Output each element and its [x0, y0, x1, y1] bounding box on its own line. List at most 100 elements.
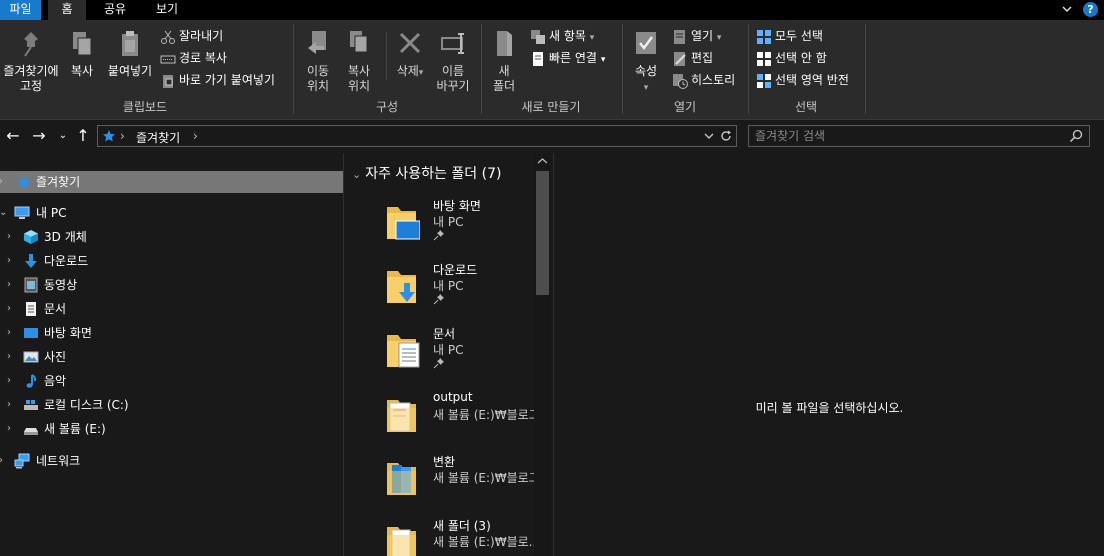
copy-to-button[interactable]: 복사 위치 — [341, 28, 377, 94]
delete-button[interactable]: 삭제▾ — [392, 28, 428, 81]
properties-button[interactable]: 속성 ▾ — [628, 28, 664, 96]
search-input[interactable] — [755, 128, 1055, 144]
tree-item-network[interactable]: › 네트워크 — [0, 450, 343, 472]
copy-to-label-2: 위치 — [347, 79, 371, 93]
chevron-down-icon[interactable] — [1060, 2, 1074, 16]
copy-path-button[interactable]: 경로 복사 — [160, 48, 227, 68]
paste-shortcut-button[interactable]: 바로 가기 붙여넣기 — [160, 70, 275, 90]
easy-access-button[interactable]: 빠른 연결 ▾ — [530, 48, 605, 68]
chevron-down-icon[interactable] — [704, 132, 714, 140]
history-button[interactable]: 히스토리 — [672, 70, 735, 90]
tree-item-volume-e[interactable]: › 새 볼륨 (E:) — [0, 418, 343, 440]
file-list-pane: ⌄ 자주 사용하는 폴더 (7) 바탕 화면 내 PC 다운로드 내 PC 문서… — [344, 153, 540, 556]
folder-icon — [387, 463, 416, 495]
properties-dropdown-icon: ▾ — [643, 83, 649, 93]
address-bar[interactable]: › 즐겨찾기 › — [97, 125, 737, 147]
expand-arrow-icon[interactable]: › — [0, 171, 9, 193]
tree-item-3d-objects[interactable]: › 3D 개체 — [0, 226, 343, 248]
folder-icon — [387, 400, 416, 432]
select-none-button[interactable]: 선택 안 함 — [756, 48, 827, 68]
expand-arrow-icon[interactable]: › — [0, 450, 9, 472]
pin-label-line1: 즐겨찾기에 — [3, 64, 59, 78]
list-item[interactable]: 바탕 화면 내 PC — [344, 197, 534, 259]
up-arrow-icon[interactable]: ↑ — [74, 127, 92, 145]
expand-arrow-icon[interactable]: › — [7, 346, 17, 368]
expand-arrow-icon[interactable]: › — [7, 394, 17, 416]
tree-item-documents[interactable]: › 문서 — [0, 298, 343, 320]
tree-item-this-pc[interactable]: ⌄ 내 PC — [0, 202, 343, 224]
expand-arrow-icon[interactable]: › — [7, 226, 17, 248]
breadcrumb-favorites[interactable]: 즐겨찾기 — [136, 129, 180, 146]
rename-button[interactable]: 이름 바꾸기 — [432, 28, 474, 94]
tab-file[interactable]: 파일 — [0, 0, 41, 20]
tree-item-label: 사진 — [44, 350, 67, 364]
recent-locations-chevron-icon[interactable]: ⌄ — [54, 127, 72, 145]
new-item-button[interactable]: 새 항목 ▾ — [530, 26, 594, 46]
select-all-button[interactable]: 모두 선택 — [756, 26, 823, 46]
tree-item-videos[interactable]: › 동영상 — [0, 274, 343, 296]
expand-arrow-icon[interactable]: › — [7, 250, 17, 272]
invert-selection-button[interactable]: 선택 영역 반전 — [756, 70, 849, 90]
group-header-label: 자주 사용하는 폴더 (7) — [365, 166, 502, 182]
list-item[interactable]: 다운로드 내 PC — [344, 261, 534, 323]
tree-item-downloads[interactable]: › 다운로드 — [0, 250, 343, 272]
back-arrow-icon[interactable]: ← — [4, 127, 22, 145]
tree-item-local-disk-c[interactable]: › 로컬 디스크 (C:) — [0, 394, 343, 416]
scissors-icon — [161, 30, 175, 44]
navigation-tree: › 즐겨찾기 ⌄ 내 PC › 3D 개체 › 다운로드 › — [0, 153, 343, 556]
expand-arrow-icon[interactable]: › — [7, 418, 17, 440]
open-button[interactable]: 열기 ▾ — [672, 26, 721, 46]
help-icon[interactable]: ? — [1083, 2, 1098, 17]
search-box[interactable] — [748, 125, 1090, 147]
pin-to-quick-access-button[interactable]: 즐겨찾기에 고정 — [0, 28, 62, 94]
forward-arrow-icon[interactable]: → — [30, 127, 48, 145]
pin-icon — [24, 32, 38, 57]
tree-item-music[interactable]: › 음악 — [0, 370, 343, 392]
tree-item-favorites[interactable]: › 즐겨찾기 — [0, 171, 343, 193]
tab-share[interactable]: 공유 — [92, 0, 138, 20]
paste-shortcut-label: 바로 가기 붙여넣기 — [179, 73, 275, 87]
scroll-up-arrow-icon[interactable] — [537, 157, 548, 165]
tree-item-label: 동영상 — [44, 278, 78, 292]
ribbon-tab-bar: 파일 홈 공유 보기 ? — [0, 0, 1104, 20]
tree-item-label: 네트워크 — [36, 454, 81, 468]
open-label: 열기 — [691, 29, 714, 43]
tree-item-label: 즐겨찾기 — [36, 175, 81, 189]
expand-arrow-icon[interactable]: › — [7, 274, 17, 296]
breadcrumb-separator[interactable]: › — [193, 129, 198, 143]
download-icon — [25, 254, 37, 268]
move-to-label-2: 위치 — [306, 79, 330, 93]
collapse-arrow-icon[interactable]: ⌄ — [0, 202, 9, 224]
tree-item-pictures[interactable]: › 사진 — [0, 346, 343, 368]
item-location: 새 볼륨 (E:)₩블로... — [433, 535, 541, 549]
tree-item-desktop[interactable]: › 바탕 화면 — [0, 322, 343, 344]
new-folder-button[interactable]: 새 폴더 — [487, 28, 521, 94]
network-icon — [14, 453, 30, 469]
scrollbar-thumb[interactable] — [536, 171, 549, 295]
list-item[interactable]: 문서 내 PC — [344, 325, 534, 387]
item-location: 새 볼륨 (E:)₩블로그 — [433, 471, 540, 485]
copy-button[interactable]: 복사 — [66, 28, 98, 79]
cut-button[interactable]: 잘라내기 — [160, 26, 223, 46]
star-icon — [103, 130, 115, 142]
expand-arrow-icon[interactable]: › — [7, 322, 17, 344]
tree-item-label: 내 PC — [36, 206, 67, 220]
chevron-down-icon[interactable]: ⌄ — [352, 168, 361, 181]
list-item[interactable]: 변환 새 볼륨 (E:)₩블로그 — [344, 453, 540, 515]
clipboard-icon — [122, 31, 138, 56]
list-item[interactable]: output 새 볼륨 (E:)₩블로그 — [344, 390, 540, 452]
edit-button[interactable]: 편집 — [672, 48, 713, 68]
group-header-frequent-folders[interactable]: ⌄ 자주 사용하는 폴더 (7) — [352, 163, 501, 183]
tab-view[interactable]: 보기 — [146, 0, 188, 20]
tab-home[interactable]: 홈 — [48, 0, 86, 20]
list-item[interactable]: 새 폴더 (3) 새 볼륨 (E:)₩블로... — [344, 517, 540, 556]
paste-button[interactable]: 붙여넣기 — [104, 28, 156, 79]
breadcrumb-separator[interactable]: › — [120, 129, 125, 143]
move-to-button[interactable]: 이동 위치 — [299, 28, 337, 94]
vertical-scrollbar[interactable] — [534, 153, 551, 556]
search-icon[interactable] — [1069, 129, 1083, 143]
refresh-icon[interactable] — [719, 129, 733, 143]
expand-arrow-icon[interactable]: › — [7, 370, 17, 392]
expand-arrow-icon[interactable]: › — [7, 298, 17, 320]
new-item-dropdown-icon: ▾ — [589, 33, 595, 43]
